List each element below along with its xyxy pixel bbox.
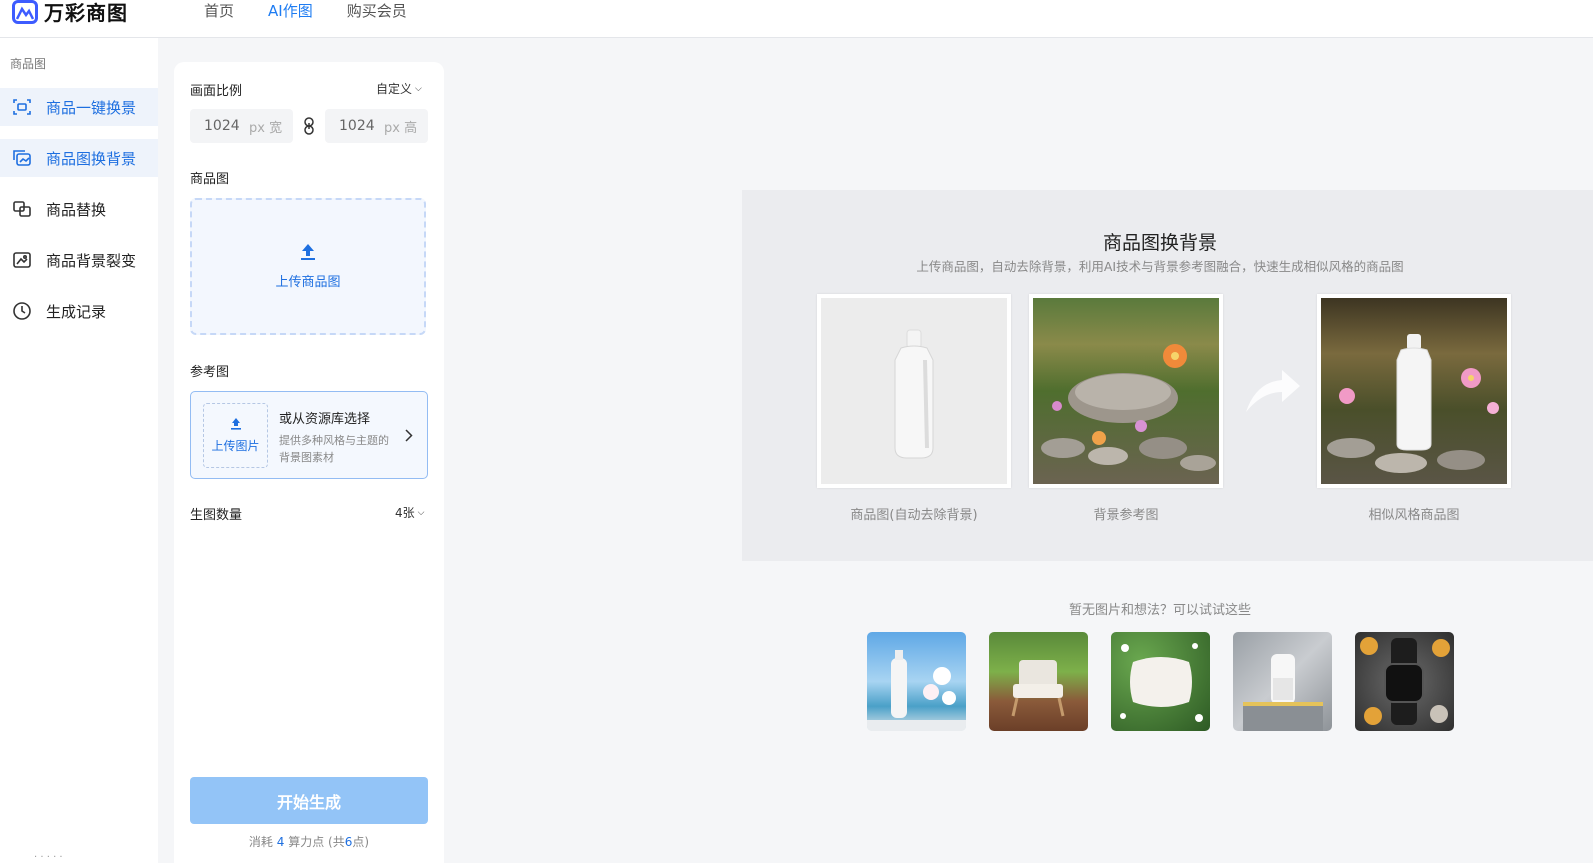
clock-icon	[11, 300, 33, 322]
arrow-right-icon	[1242, 366, 1302, 420]
product-replace-icon	[11, 198, 33, 220]
caption-result: 相似风格商品图	[1368, 508, 1460, 523]
cost-suffix: 点)	[352, 835, 370, 849]
height-unit: px 高	[384, 120, 418, 136]
product-label: 商品图	[190, 172, 230, 187]
sidebar-item-label: 商品替换	[46, 200, 107, 219]
ratio-select[interactable]: 自定义 ⌵	[376, 80, 422, 97]
logo-text: 万彩商图	[44, 1, 128, 25]
chevron-right-icon[interactable]	[405, 427, 413, 446]
caption-product: 商品图(自动去除背景)	[850, 508, 978, 523]
main-nav: 首页 AI作图 购买会员	[204, 0, 407, 21]
sample-bottle-beach[interactable]	[867, 632, 966, 731]
sample-armchair[interactable]	[989, 632, 1088, 731]
sidebar-item-label: 商品背景裂变	[46, 251, 137, 270]
cost-value: 4	[276, 835, 285, 849]
nav-ai-drawing[interactable]: AI作图	[268, 0, 313, 21]
sidebar-item-scene-swap[interactable]: 商品一键换景	[0, 88, 158, 126]
top-bar: 万彩商图 首页 AI作图 购买会员	[0, 0, 1593, 38]
height-value: 1024	[339, 118, 375, 134]
demo-reference-image	[1029, 294, 1223, 488]
ref-upload-label: 上传图片	[211, 439, 260, 453]
nav-home[interactable]: 首页	[204, 0, 234, 21]
ref-library-desc: 提供多种风格与主题的背景图素材	[279, 434, 389, 464]
sidebar-item-history[interactable]: 生成记录	[0, 292, 158, 330]
upload-product-area[interactable]: 上传商品图	[190, 198, 426, 335]
sidebar-footer: · · · · ·	[34, 852, 63, 863]
feature-demo: 商品图换背景 上传商品图，自动去除背景，利用AI技术与背景参考图融合，快速生成相…	[742, 190, 1593, 561]
demo-result-image	[1317, 294, 1511, 488]
sidebar-item-product-replace[interactable]: 商品替换	[0, 190, 158, 228]
scene-swap-icon	[11, 96, 33, 118]
width-value: 1024	[204, 118, 240, 134]
cost-mid: 算力点 (共	[288, 835, 345, 849]
sidebar: 商品图 商品一键换景 商品图换背景 商品替换 商品背景裂变 生成记录 · · ·…	[0, 38, 158, 863]
demo-product-image	[817, 294, 1011, 488]
generate-button[interactable]: 开始生成	[190, 777, 428, 824]
background-variant-icon	[11, 249, 33, 271]
cost-prefix: 消耗	[248, 835, 273, 849]
ref-label: 参考图	[190, 365, 230, 380]
sidebar-category: 商品图	[10, 57, 47, 71]
upload-icon	[300, 243, 316, 265]
demo-title: 商品图换背景	[1102, 232, 1217, 254]
ref-library-title: 或从资源库选择	[279, 412, 371, 427]
upload-product-label: 上传商品图	[275, 275, 341, 290]
ref-upload-button[interactable]: 上传图片	[203, 403, 268, 468]
width-unit: px 宽	[249, 120, 283, 136]
suggestion-text: 暂无图片和想法？可以试试这些	[1068, 603, 1251, 618]
demo-subtitle: 上传商品图，自动去除背景，利用AI技术与背景参考图融合，快速生成相似风格的商品图	[916, 259, 1404, 274]
count-select[interactable]: 4张 ⌵	[395, 504, 424, 521]
count-value: 4张	[395, 506, 415, 520]
sidebar-item-label: 商品一键换景	[46, 98, 137, 117]
chevron-down-icon: ⌵	[415, 83, 422, 94]
upload-icon	[230, 417, 242, 433]
chevron-down-icon: ⌵	[417, 507, 425, 518]
sidebar-item-label: 生成记录	[46, 302, 107, 321]
settings-panel: 画面比例 自定义 ⌵ 1024 px 宽 1024 px 高 商品图 上传商品图…	[174, 62, 444, 863]
height-input[interactable]: 1024 px 高	[325, 109, 428, 143]
sample-watch[interactable]	[1355, 632, 1454, 731]
sample-air-purifier[interactable]	[1233, 632, 1332, 731]
logo-icon	[12, 0, 38, 24]
link-icon[interactable]	[303, 117, 315, 139]
reference-selector[interactable]: 上传图片 或从资源库选择 提供多种风格与主题的背景图素材	[190, 391, 428, 479]
sidebar-item-background-swap[interactable]: 商品图换背景	[0, 139, 158, 177]
nav-membership[interactable]: 购买会员	[347, 0, 407, 21]
ratio-value: 自定义	[376, 82, 413, 96]
sample-pillow[interactable]	[1111, 632, 1210, 731]
width-input[interactable]: 1024 px 宽	[190, 109, 293, 143]
logo[interactable]: 万彩商图	[12, 0, 128, 26]
background-swap-icon	[11, 147, 33, 169]
caption-reference: 背景参考图	[1093, 508, 1159, 523]
ratio-label: 画面比例	[190, 84, 243, 99]
sidebar-item-background-variant[interactable]: 商品背景裂变	[0, 241, 158, 279]
sidebar-item-label: 商品图换背景	[46, 149, 137, 168]
count-label: 生图数量	[190, 508, 243, 523]
cost-info: 消耗 4 算力点 (共6点)	[190, 833, 428, 850]
